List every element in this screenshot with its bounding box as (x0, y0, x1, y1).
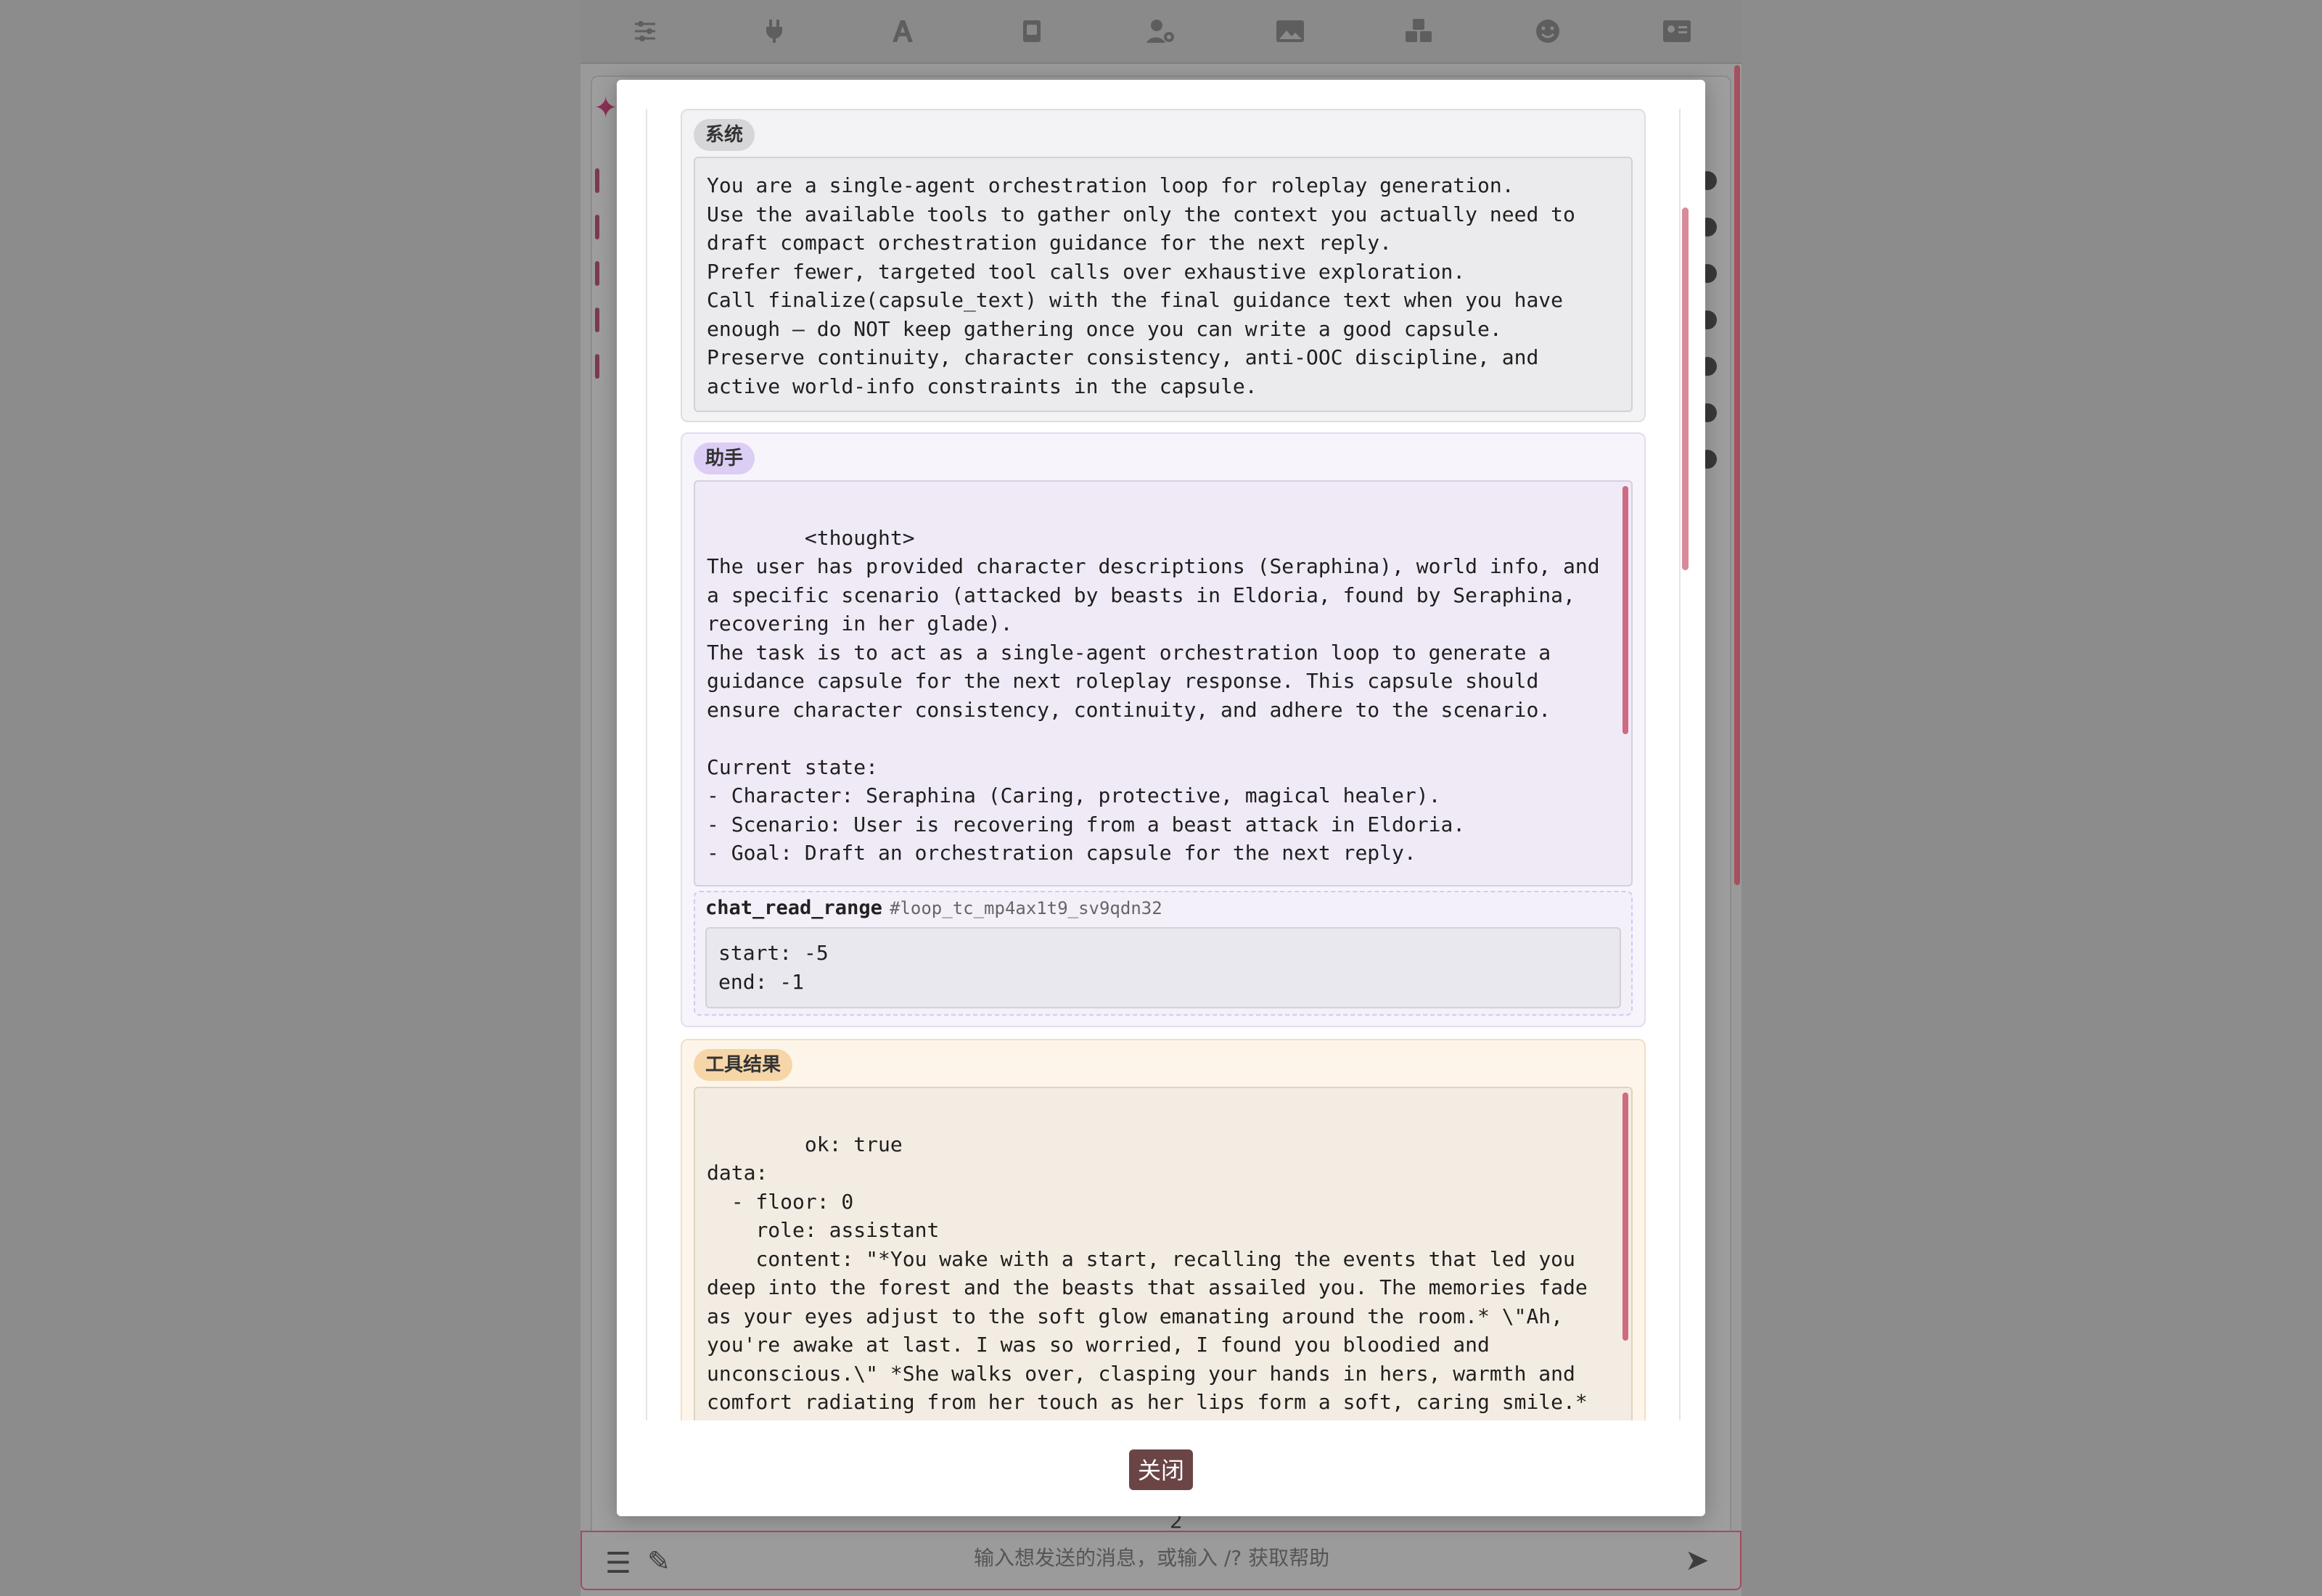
assistant-message-content[interactable]: <thought> The user has provided characte… (694, 480, 1633, 887)
assistant-message: 助手 <thought> The user has provided chara… (681, 432, 1646, 1027)
chat-input-placeholder[interactable]: 输入想发送的消息，或输入 /? 获取帮助 (974, 1542, 1329, 1571)
plug-icon[interactable] (758, 15, 790, 47)
tool-result-message: 工具结果 ok: true data: - floor: 0 role: ass… (681, 1039, 1646, 1420)
magic-wand-icon[interactable]: ✎ (647, 1545, 670, 1577)
tool-result-text: ok: true data: - floor: 0 role: assistan… (707, 1132, 1600, 1421)
background-list-marker (595, 308, 599, 332)
role-badge-tool-result: 工具结果 (694, 1049, 793, 1081)
user-gear-icon[interactable] (1145, 15, 1177, 47)
sparkle-icon: ✦ (594, 91, 618, 125)
background-list-marker (595, 215, 599, 239)
message-list[interactable]: 系统 You are a single-agent orchestration … (646, 109, 1681, 1420)
cubes-icon[interactable] (1403, 15, 1435, 47)
system-message: 系统 You are a single-agent orchestration … (681, 109, 1646, 422)
menu-icon[interactable]: ☰ (605, 1547, 631, 1580)
tool-call-name: chat_read_range (705, 897, 882, 919)
sliders-icon[interactable] (629, 15, 661, 47)
top-toolbar (580, 0, 1742, 64)
book-icon[interactable] (1016, 15, 1048, 47)
background-scrollbar (1734, 65, 1740, 885)
smile-icon[interactable] (1532, 15, 1564, 47)
send-icon[interactable]: ➤ (1685, 1544, 1710, 1577)
tool-result-scrollbar[interactable] (1622, 1093, 1628, 1341)
chat-input-bar: ☰ ✎ 输入想发送的消息，或输入 /? 获取帮助 ➤ (580, 1531, 1742, 1590)
assistant-content-text: <thought> The user has provided characte… (707, 525, 1600, 865)
tool-call-block: chat_read_range #loop_tc_mp4ax1t9_sv9qdn… (694, 891, 1633, 1016)
background-list-marker (595, 261, 599, 286)
assistant-content-scrollbar[interactable] (1622, 486, 1628, 734)
tool-call-args: start: -5 end: -1 (705, 927, 1621, 1008)
id-card-icon[interactable] (1661, 15, 1693, 47)
font-icon[interactable] (887, 15, 919, 47)
background-list-marker (595, 168, 599, 193)
role-badge-system: 系统 (694, 119, 755, 151)
modal-scrollbar[interactable] (1682, 207, 1689, 570)
prompt-inspector-modal: 系统 You are a single-agent orchestration … (617, 80, 1705, 1516)
background-list-marker (595, 354, 599, 379)
tool-result-content[interactable]: ok: true data: - floor: 0 role: assistan… (694, 1087, 1633, 1420)
image-icon[interactable] (1274, 15, 1306, 47)
close-button[interactable]: 关闭 (1129, 1449, 1193, 1490)
system-message-content: You are a single-agent orchestration loo… (694, 157, 1633, 412)
tool-call-id: #loop_tc_mp4ax1t9_sv9qdn32 (890, 898, 1162, 918)
role-badge-assistant: 助手 (694, 443, 755, 474)
